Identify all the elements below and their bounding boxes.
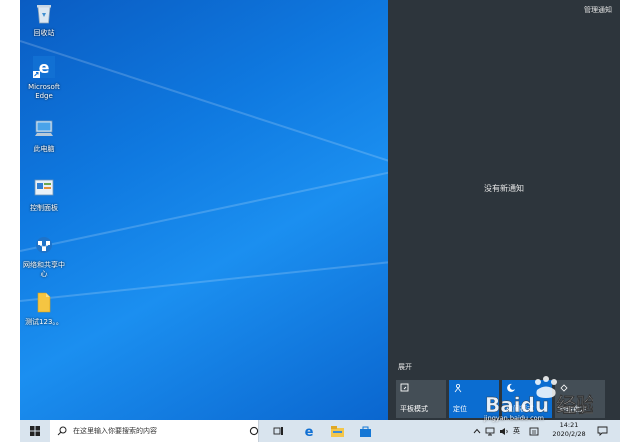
desktop-icon-label: 此电脑	[33, 145, 55, 153]
task-view-button[interactable]	[268, 420, 288, 442]
keyboard-icon	[529, 427, 539, 435]
edge-icon: e	[33, 56, 55, 78]
search-icon	[57, 426, 67, 436]
desktop-icon-control-panel[interactable]: 控制面板	[21, 177, 67, 213]
quick-action-label: 平板模式	[400, 405, 428, 413]
search-placeholder: 在这里输入你要搜索的内容	[73, 427, 157, 435]
input-method-indicator[interactable]: 英	[513, 420, 520, 442]
keyboard-tray-button[interactable]	[528, 420, 540, 442]
manage-notifications-link[interactable]: 管理通知	[584, 5, 612, 15]
desktop-icon-network-center[interactable]: 网络和共享中心	[21, 234, 67, 279]
recycle-bin-icon	[37, 5, 51, 24]
light-beam	[20, 237, 388, 302]
cortana-button[interactable]	[244, 420, 264, 442]
screen: 回收站 e Microsoft Edge 此电脑 控制面板 网络和共享中心 测试…	[0, 0, 633, 442]
network-tray-button[interactable]	[484, 420, 496, 442]
chevron-up-icon	[473, 428, 481, 434]
desktop-icon-label: 测试123。。	[25, 318, 63, 326]
store-icon	[359, 426, 371, 437]
cortana-icon	[249, 426, 259, 436]
expand-quick-actions-link[interactable]: 展开	[398, 362, 412, 372]
left-border	[0, 0, 20, 442]
windows-logo-icon	[30, 426, 40, 436]
notification-icon	[597, 426, 607, 436]
watermark-url: jingyan.baidu.com	[484, 414, 544, 422]
computer-icon	[35, 120, 53, 136]
folder-icon	[37, 292, 51, 313]
taskbar-app-store[interactable]	[354, 420, 376, 442]
no-notifications-text: 没有新通知	[484, 184, 524, 193]
desktop-icon-this-pc[interactable]: 此电脑	[21, 118, 67, 154]
svg-text:e: e	[39, 58, 50, 77]
desktop-icon-label: 回收站	[33, 29, 55, 37]
start-button[interactable]	[24, 420, 46, 442]
tablet-mode-icon	[400, 383, 409, 392]
clock-time: 14:21	[559, 421, 579, 429]
quick-action-label: 定位	[453, 405, 467, 413]
svg-text:e: e	[305, 425, 314, 437]
taskbar: 在这里输入你要搜索的内容 e 英 14:21 2020/2/28	[20, 420, 620, 442]
right-border	[620, 0, 633, 442]
show-hidden-icons-button[interactable]	[472, 420, 482, 442]
edge-icon: e	[305, 425, 314, 437]
control-panel-icon	[34, 179, 54, 196]
taskbar-app-edge[interactable]: e	[298, 420, 320, 442]
speaker-icon	[500, 427, 508, 435]
desktop-icon-edge[interactable]: e Microsoft Edge	[21, 56, 67, 101]
network-icon	[36, 237, 52, 253]
desktop-icon-label: Microsoft Edge	[28, 83, 60, 100]
action-center-button[interactable]	[594, 420, 610, 442]
desktop-icon-folder[interactable]: 测试123。。	[21, 291, 67, 327]
action-center-panel: 管理通知 没有新通知 展开 平板模式 定位 夜间模式 旋转锁定	[388, 0, 620, 420]
location-icon	[454, 383, 462, 393]
file-explorer-icon	[330, 425, 344, 437]
desktop[interactable]: 回收站 e Microsoft Edge 此电脑 控制面板 网络和共享中心 测试…	[20, 0, 388, 420]
clock-date: 2020/2/28	[552, 430, 586, 438]
desktop-icon-recycle-bin[interactable]: 回收站	[21, 2, 67, 38]
desktop-icon-label: 控制面板	[30, 204, 58, 212]
task-view-icon	[273, 427, 283, 435]
taskbar-clock[interactable]: 14:21 2020/2/28	[545, 421, 593, 439]
taskbar-search-box[interactable]: 在这里输入你要搜索的内容	[50, 420, 259, 442]
desktop-icon-label: 网络和共享中心	[23, 261, 65, 278]
quick-action-tablet-mode[interactable]: 平板模式	[396, 380, 446, 418]
volume-tray-button[interactable]	[498, 420, 510, 442]
taskbar-app-file-explorer[interactable]	[326, 420, 348, 442]
light-beam	[20, 125, 388, 252]
light-beam	[20, 40, 388, 228]
network-icon	[485, 427, 495, 435]
